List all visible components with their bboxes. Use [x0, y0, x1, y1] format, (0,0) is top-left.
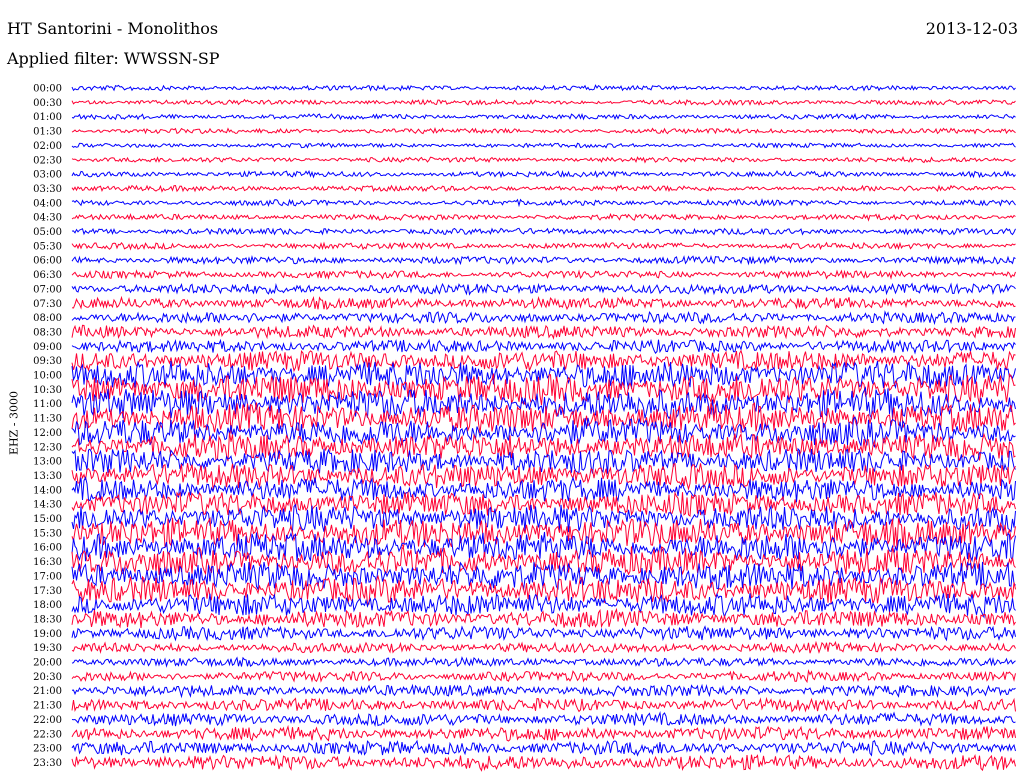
seismogram-trace: [71, 338, 1016, 355]
seismogram-trace: [71, 282, 1016, 296]
time-tick-label: 00:30: [33, 98, 62, 109]
seismogram-trace: [71, 324, 1016, 340]
time-tick-label: 08:00: [33, 313, 62, 324]
seismogram-trace: [71, 126, 1016, 135]
time-tick-label: 20:00: [33, 658, 62, 669]
seismogram-trace: [71, 112, 1016, 121]
time-tick-label: 18:00: [33, 600, 62, 611]
time-tick-label: 21:30: [33, 701, 62, 712]
time-tick-label: 19:30: [33, 643, 62, 654]
time-tick-label: 10:30: [33, 385, 62, 396]
time-tick-label: 06:30: [33, 270, 62, 281]
seismogram-trace: [71, 198, 1016, 208]
seismogram-trace: [71, 269, 1016, 280]
time-tick-label: 04:00: [33, 198, 62, 209]
seismogram-trace: [71, 640, 1016, 654]
time-tick-label: 05:00: [33, 227, 62, 238]
time-tick-label: 22:00: [33, 715, 62, 726]
time-tick-label: 19:00: [33, 629, 62, 640]
seismogram-trace: [71, 739, 1016, 757]
seismogram-trace: [71, 607, 1016, 629]
time-tick-labels: 00:00 00:30 01:00 01:30 02:00 02:30 03:00 03:30…: [33, 84, 62, 769]
seismogram-plot: 00:00 00:30 01:00 01:30 02:00 02:30 03:00 03:30…: [33, 84, 1016, 772]
time-tick-label: 12:00: [33, 428, 62, 439]
time-tick-label: 05:30: [33, 241, 62, 252]
time-tick-label: 09:00: [33, 342, 62, 353]
seismogram-trace: [71, 349, 1016, 373]
seismogram-trace: [71, 656, 1016, 668]
time-tick-label: 10:00: [33, 371, 62, 382]
time-tick-label: 13:30: [33, 471, 62, 482]
time-tick-label: 09:30: [33, 356, 62, 367]
time-tick-label: 17:00: [33, 571, 62, 582]
seismogram-trace: [71, 295, 1016, 311]
time-tick-label: 02:30: [33, 155, 62, 166]
time-tick-label: 20:30: [33, 672, 62, 683]
time-tick-label: 21:00: [33, 686, 62, 697]
time-tick-label: 01:30: [33, 127, 62, 138]
seismogram-trace: [71, 212, 1016, 222]
time-tick-label: 11:30: [33, 414, 62, 425]
time-tick-label: 16:00: [33, 543, 62, 554]
seismogram-trace: [71, 625, 1016, 642]
time-tick-label: 04:30: [33, 213, 62, 224]
seismogram-trace: [71, 711, 1016, 728]
time-tick-label: 13:00: [33, 457, 62, 468]
seismogram-trace: [71, 696, 1016, 713]
time-tick-label: 08:30: [33, 327, 62, 338]
seismogram-trace: [71, 142, 1016, 149]
seismogram-trace: [71, 669, 1016, 684]
seismogram-trace: [71, 447, 1016, 474]
seismogram-traces: [71, 84, 1016, 772]
time-tick-label: 15:00: [33, 514, 62, 525]
time-tick-label: 12:30: [33, 442, 62, 453]
time-tick-label: 02:00: [33, 141, 62, 152]
time-tick-label: 18:30: [33, 614, 62, 625]
time-tick-label: 23:30: [33, 758, 62, 769]
time-tick-label: 14:00: [33, 485, 62, 496]
time-tick-label: 15:30: [33, 528, 62, 539]
seismogram-trace: [71, 98, 1016, 106]
seismogram-trace: [71, 310, 1016, 326]
time-tick-label: 07:30: [33, 299, 62, 310]
seismogram-trace: [71, 503, 1016, 533]
seismogram-trace: [71, 754, 1016, 772]
seismogram-trace: [71, 156, 1016, 164]
seismogram-trace: [71, 169, 1016, 179]
time-tick-label: 03:00: [33, 170, 62, 181]
time-tick-label: 22:30: [33, 729, 62, 740]
seismogram-trace: [71, 241, 1016, 251]
seismogram-trace: [71, 254, 1016, 266]
seismogram-trace: [71, 184, 1016, 193]
time-tick-label: 16:30: [33, 557, 62, 568]
seismogram-trace: [71, 683, 1016, 699]
time-tick-label: 00:00: [33, 84, 62, 95]
time-tick-label: 17:30: [33, 586, 62, 597]
time-tick-label: 14:30: [33, 500, 62, 511]
time-tick-label: 06:00: [33, 256, 62, 267]
time-tick-label: 03:30: [33, 184, 62, 195]
seismogram-trace: [71, 432, 1016, 462]
time-tick-label: 01:00: [33, 112, 62, 123]
seismogram-trace: [71, 227, 1016, 236]
time-tick-label: 23:00: [33, 744, 62, 755]
seismogram-trace: [71, 724, 1016, 742]
seismogram-trace: [71, 84, 1016, 92]
time-tick-label: 11:00: [33, 399, 62, 410]
seismogram-trace: [71, 463, 1016, 491]
time-tick-label: 07:00: [33, 284, 62, 295]
